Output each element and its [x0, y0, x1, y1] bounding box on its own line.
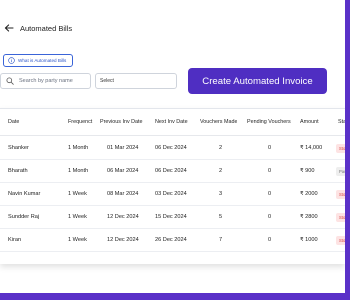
search-icon	[6, 77, 14, 85]
status-badge: Stopped	[336, 236, 345, 245]
cell-party: Bharath	[8, 168, 28, 174]
cell-frequency: 1 Week	[68, 214, 87, 220]
cell-party: Kiran	[8, 237, 22, 243]
header-next-inv-date[interactable]: Next Inv Date	[155, 109, 188, 136]
cell-previous-date: 01 Mar 2024	[107, 145, 139, 151]
header-date[interactable]: Date	[8, 109, 19, 136]
header-amount[interactable]: Amount	[300, 109, 319, 136]
table-row[interactable]: Kiran 1 Week 12 Dec 2024 26 Dec 2024 7 0…	[0, 229, 345, 252]
cell-next-date: 15 Dec 2024	[155, 214, 187, 220]
filter-select[interactable]: Select	[95, 73, 177, 89]
status-badge: Stopped	[336, 144, 345, 153]
cell-next-date: 06 Dec 2024	[155, 145, 187, 151]
create-automated-invoice-label: Create Automated Invoice	[202, 75, 313, 87]
create-automated-invoice-button[interactable]: Create Automated Invoice	[188, 68, 327, 94]
cell-party: Shanker	[8, 145, 29, 151]
filter-select-value: Select	[100, 78, 114, 84]
back-arrow-icon[interactable]	[4, 23, 14, 33]
status-badge: Stopped	[336, 190, 345, 199]
cell-amount: ₹ 2000	[300, 191, 318, 197]
cell-next-date: 06 Dec 2024	[155, 168, 187, 174]
bills-table: Date Frequenct Previous Inv Date Next In…	[0, 108, 345, 264]
cell-pending-vouchers: 0	[268, 237, 272, 243]
table-row[interactable]: Navin Kumar 1 Week 08 Mar 2024 03 Dec 20…	[0, 183, 345, 206]
cell-vouchers-made: 5	[219, 214, 223, 220]
app-window: Automated Bills What is Automated Bills …	[0, 0, 350, 300]
cell-party: Sundder Raj	[8, 214, 40, 220]
header-status[interactable]: Status	[338, 109, 345, 136]
status-badge: Paused	[336, 167, 345, 176]
table-row[interactable]: Sundder Raj 1 Week 12 Dec 2024 15 Dec 20…	[0, 206, 345, 229]
status-badge: Stopped	[336, 213, 345, 222]
cell-frequency: 1 Month	[68, 168, 89, 174]
cell-amount: ₹ 900	[300, 168, 315, 174]
cell-frequency: 1 Month	[68, 145, 89, 151]
header-vouchers-made[interactable]: Vouchers Made	[200, 109, 237, 136]
cell-pending-vouchers: 0	[268, 214, 272, 220]
cell-vouchers-made: 3	[219, 191, 223, 197]
table-header-row: Date Frequenct Previous Inv Date Next In…	[0, 109, 345, 136]
main-content: Automated Bills What is Automated Bills …	[0, 0, 345, 293]
cell-previous-date: 12 Dec 2024	[107, 214, 139, 220]
table-row[interactable]: Bharath 1 Month 06 Mar 2024 06 Dec 2024 …	[0, 160, 345, 183]
cell-frequency: 1 Week	[68, 237, 87, 243]
cell-vouchers-made: 7	[219, 237, 223, 243]
cell-previous-date: 08 Mar 2024	[107, 191, 139, 197]
header-frequency[interactable]: Frequenct	[68, 109, 99, 136]
header-previous-inv-date[interactable]: Previous Inv Date	[100, 109, 143, 136]
search-field[interactable]	[0, 73, 91, 89]
cell-previous-date: 12 Dec 2024	[107, 237, 139, 243]
table-row[interactable]: Shanker 1 Month 01 Mar 2024 06 Dec 2024 …	[0, 137, 345, 160]
cell-previous-date: 06 Mar 2024	[107, 168, 139, 174]
cell-pending-vouchers: 0	[268, 168, 272, 174]
cell-next-date: 03 Dec 2024	[155, 191, 187, 197]
cell-amount: ₹ 2800	[300, 214, 318, 220]
device-frame-right	[345, 0, 350, 300]
header-pending-vouchers[interactable]: Pending Vouchers	[247, 109, 291, 136]
cell-amount: ₹ 1000	[300, 237, 318, 243]
cell-frequency: 1 Week	[68, 191, 87, 197]
cell-next-date: 26 Dec 2024	[155, 237, 187, 243]
cell-pending-vouchers: 0	[268, 145, 272, 151]
cell-amount: ₹ 14,000	[300, 145, 323, 151]
cell-party: Navin Kumar	[8, 191, 41, 197]
search-input[interactable]	[19, 78, 89, 84]
page-header: Automated Bills	[4, 23, 72, 33]
info-icon	[8, 57, 15, 64]
what-is-automated-bills-button[interactable]: What is Automated Bills	[3, 54, 73, 67]
cell-pending-vouchers: 0	[268, 191, 272, 197]
device-frame-bottom	[0, 293, 350, 300]
cell-vouchers-made: 2	[219, 145, 223, 151]
what-is-automated-bills-label: What is Automated Bills	[18, 58, 67, 63]
cell-vouchers-made: 2	[219, 168, 223, 174]
page-title: Automated Bills	[20, 23, 73, 33]
